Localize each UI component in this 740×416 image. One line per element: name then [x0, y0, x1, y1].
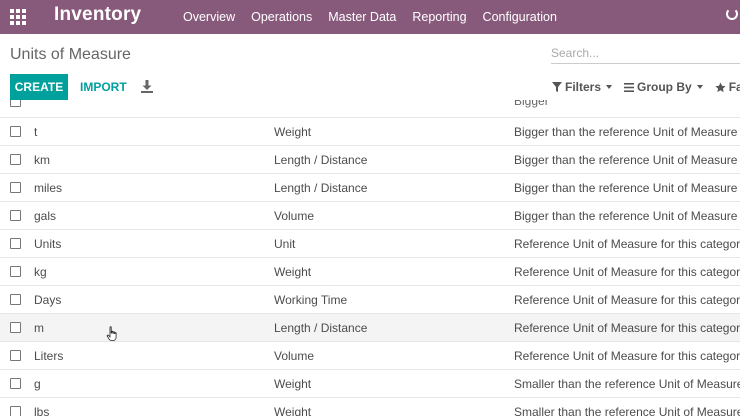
menu-configuration[interactable]: Configuration [475, 10, 565, 24]
favorites-label: Favor [728, 80, 740, 94]
filters-dropdown[interactable]: Filters [552, 80, 613, 94]
search-options: Filters Group By Favor [552, 80, 740, 94]
row-checkbox[interactable] [10, 154, 21, 165]
row-checkbox[interactable] [10, 126, 21, 137]
uom-category-cell: Length / Distance [274, 153, 368, 167]
uom-type-cell: Bigger than the reference Unit of Measur… [514, 125, 738, 139]
uom-name-cell: Liters [34, 349, 64, 363]
page-title: Units of Measure [10, 46, 131, 63]
star-icon [715, 81, 726, 92]
uom-name-cell: km [34, 153, 50, 167]
uom-name-cell: miles [34, 181, 63, 195]
uom-type-cell: Reference Unit of Measure for this categ… [514, 293, 740, 307]
group-by-dropdown[interactable]: Group By [624, 80, 703, 94]
table-row[interactable]: miles Length / Distance Bigger than the … [0, 174, 740, 202]
row-checkbox[interactable] [10, 378, 21, 389]
row-checkbox[interactable] [10, 322, 21, 333]
uom-category-cell: Length / Distance [274, 321, 368, 335]
favorites-dropdown[interactable]: Favor [715, 80, 740, 94]
uom-name-cell: kg [34, 265, 47, 279]
table-row[interactable]: t Weight Bigger than the reference Unit … [0, 118, 740, 146]
uom-name-cell: Days [34, 293, 62, 307]
top-navbar: Inventory Overview Operations Master Dat… [0, 0, 740, 34]
uom-name-cell: Units [34, 237, 62, 251]
group-by-label: Group By [637, 80, 692, 94]
uom-type-cell: Bigger than the reference Unit of Measur… [514, 209, 738, 223]
uom-type-cell: Reference Unit of Measure for this categ… [514, 321, 740, 335]
uom-type-cell: Bigger than the reference Unit of Measur… [514, 153, 738, 167]
table-row[interactable]: Liters Volume Reference Unit of Measure … [0, 342, 740, 370]
uom-category-cell: Volume [274, 209, 315, 223]
row-checkbox[interactable] [10, 210, 21, 221]
uom-category-cell: Weight [274, 125, 312, 139]
table-row-partial: Bigger [0, 100, 740, 118]
table-row[interactable]: kg Weight Reference Unit of Measure for … [0, 258, 740, 286]
uom-type-cell: Reference Unit of Measure for this categ… [514, 237, 740, 251]
row-checkbox[interactable] [10, 100, 21, 107]
uom-category-cell: Working Time [274, 293, 348, 307]
uom-type-cell: Bigger [514, 100, 549, 108]
uom-name-cell: g [34, 377, 41, 391]
table-row[interactable]: Units Unit Reference Unit of Measure for… [0, 230, 740, 258]
chevron-down-icon [696, 85, 703, 89]
download-icon[interactable] [141, 80, 153, 93]
uom-category-cell: Volume [274, 349, 315, 363]
uom-category-cell: Unit [274, 237, 296, 251]
menu-master-data[interactable]: Master Data [320, 10, 404, 24]
filters-label: Filters [565, 80, 602, 94]
menu-reporting[interactable]: Reporting [404, 10, 474, 24]
uom-name-cell: gals [34, 209, 57, 223]
row-checkbox[interactable] [10, 294, 21, 305]
uom-type-cell: Reference Unit of Measure for this categ… [514, 349, 740, 363]
uom-type-cell: Reference Unit of Measure for this categ… [514, 265, 740, 279]
table-row[interactable]: Days Working Time Reference Unit of Meas… [0, 286, 740, 314]
uom-category-cell: Weight [274, 265, 312, 279]
uom-name-cell: lbs [34, 405, 50, 416]
refresh-icon[interactable] [726, 8, 738, 20]
search-input[interactable] [551, 42, 740, 64]
row-checkbox[interactable] [10, 266, 21, 277]
main-menu: Overview Operations Master Data Reportin… [175, 0, 565, 34]
row-checkbox[interactable] [10, 406, 21, 416]
list-icon [624, 82, 635, 92]
table-row[interactable]: lbs Weight Smaller than the reference Un… [0, 398, 740, 416]
table-row[interactable]: km Length / Distance Bigger than the ref… [0, 146, 740, 174]
uom-type-cell: Smaller than the reference Unit of Measu… [514, 405, 740, 416]
menu-operations[interactable]: Operations [243, 10, 320, 24]
row-checkbox[interactable] [10, 182, 21, 193]
app-title: Inventory [54, 4, 142, 25]
import-button[interactable]: IMPORT [72, 74, 135, 100]
table-row[interactable]: gals Volume Bigger than the reference Un… [0, 202, 740, 230]
filter-icon [552, 82, 562, 92]
apps-grid-icon[interactable] [10, 9, 26, 25]
uom-category-cell: Length / Distance [274, 181, 368, 195]
create-button[interactable]: CREATE [10, 74, 68, 100]
row-checkbox[interactable] [10, 350, 21, 361]
uom-name-cell: m [34, 321, 44, 335]
hand-cursor-icon [106, 326, 117, 341]
row-checkbox[interactable] [10, 238, 21, 249]
menu-overview[interactable]: Overview [175, 10, 243, 24]
uom-name-cell: t [34, 125, 38, 139]
uom-type-cell: Smaller than the reference Unit of Measu… [514, 377, 740, 391]
chevron-down-icon [606, 85, 613, 89]
uom-type-cell: Bigger than the reference Unit of Measur… [514, 181, 738, 195]
table-row[interactable]: g Weight Smaller than the reference Unit… [0, 370, 740, 398]
uom-category-cell: Weight [274, 377, 312, 391]
uom-category-cell: Weight [274, 405, 312, 416]
